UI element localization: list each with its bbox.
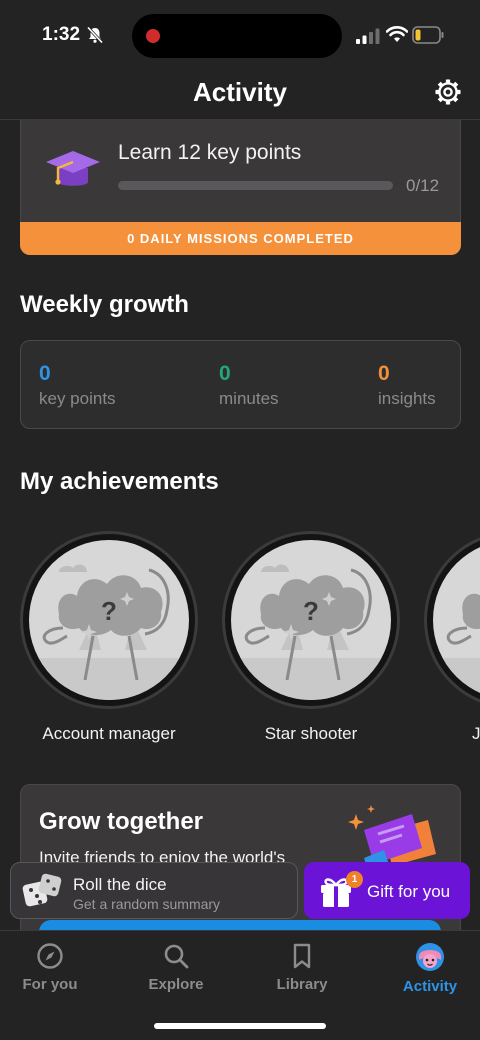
svg-text:?: ? <box>101 596 117 626</box>
recording-indicator <box>146 29 160 43</box>
roll-the-dice-title: Roll the dice <box>73 875 167 894</box>
tab-label: For you <box>22 976 78 993</box>
tab-activity[interactable]: Activity <box>380 942 480 995</box>
mission-text: Learn 12 key points <box>118 141 302 164</box>
battery-icon <box>412 26 444 44</box>
wifi-icon <box>386 26 408 42</box>
roll-the-dice-subtitle: Get a random summary <box>73 896 221 912</box>
missions-completed-banner: 0 DAILY MISSIONS COMPLETED <box>20 222 461 255</box>
locked-badge-art: ? <box>29 540 189 700</box>
svg-text:?: ? <box>303 596 319 626</box>
signal-icon <box>356 28 380 44</box>
tab-label: Activity <box>402 978 458 995</box>
search-icon <box>164 944 189 969</box>
stat-value: 0 <box>219 362 231 385</box>
bookmark-icon <box>293 943 311 969</box>
avatar-icon <box>416 943 444 971</box>
achievement-badge-account-manager[interactable]: ? <box>20 531 198 709</box>
stat-label: key points <box>39 389 116 408</box>
settings-button[interactable] <box>430 74 466 110</box>
locked-badge-art: ? <box>231 540 391 700</box>
tab-label: Library <box>276 976 328 993</box>
achievement-label: Star shooter <box>264 724 358 743</box>
stat-label: insights <box>378 389 436 408</box>
gear-icon <box>435 79 461 105</box>
graduation-cap-icon <box>46 151 100 186</box>
locked-cloud-icon: ? <box>29 564 189 700</box>
gift-for-you-label: Gift for you <box>367 882 451 901</box>
tab-explore[interactable]: Explore <box>126 942 226 993</box>
achievement-label: J <box>472 724 480 743</box>
status-time: 1:32 <box>42 24 81 45</box>
compass-icon <box>37 943 63 969</box>
stat-value: 0 <box>378 362 390 385</box>
achievements-title: My achievements <box>20 468 219 495</box>
dice-icon <box>22 873 62 907</box>
achievement-badge-circle <box>424 531 480 709</box>
gift-count-badge: 1 <box>346 871 363 888</box>
achievement-label: Account manager <box>42 724 176 743</box>
mission-progress-count: 0/12 <box>406 176 440 195</box>
stat-insights: 0 insights <box>378 362 436 409</box>
grow-together-title: Grow together <box>39 808 204 835</box>
achievement-badge-partial[interactable]: J <box>424 531 480 751</box>
bell-off-icon <box>86 26 104 44</box>
tab-library[interactable]: Library <box>252 942 352 993</box>
locked-cloud-icon <box>433 593 480 700</box>
locked-badge-art <box>433 540 480 700</box>
dynamic-island <box>132 14 342 58</box>
achievement-badge-star-shooter[interactable]: ? <box>222 531 400 709</box>
page-title: Activity <box>193 77 287 107</box>
stat-minutes: 0 minutes <box>219 362 279 409</box>
stat-value: 0 <box>39 362 51 385</box>
stat-label: minutes <box>219 389 279 408</box>
home-indicator <box>154 1023 326 1029</box>
tab-for-you[interactable]: For you <box>0 942 100 993</box>
locked-cloud-icon: ? <box>231 564 391 700</box>
mission-progress-bar <box>118 181 393 190</box>
stat-key-points: 0 key points <box>39 362 116 409</box>
tab-label: Explore <box>148 976 204 993</box>
weekly-growth-title: Weekly growth <box>20 291 189 318</box>
